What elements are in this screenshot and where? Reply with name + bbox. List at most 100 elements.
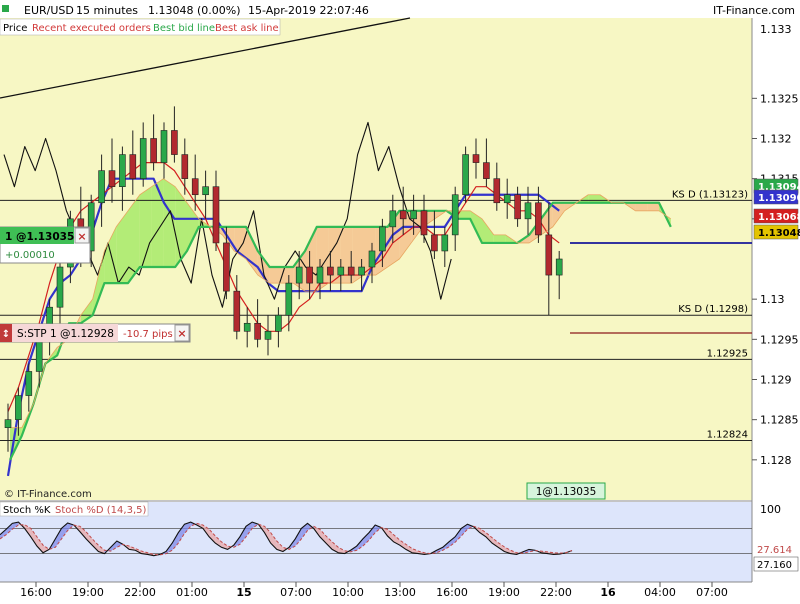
position-label[interactable]: 1 @1.13035 (5, 231, 74, 243)
candle-body[interactable] (535, 202, 542, 236)
candle-body[interactable] (327, 266, 334, 276)
last-price-label: 1.13048 (0.00%) (148, 4, 241, 17)
candle-body[interactable] (399, 210, 407, 220)
y-tick-label: 1.13 (760, 293, 785, 306)
candle-body[interactable] (493, 178, 501, 204)
price-badge-label: 1.13090 (758, 193, 800, 204)
x-tick-label: 07:00 (280, 586, 312, 599)
candle-body[interactable] (555, 258, 563, 276)
candle-body[interactable] (420, 210, 428, 236)
candle-body[interactable] (35, 339, 43, 372)
y-tick-label: 1.129 (760, 374, 792, 387)
candle-body[interactable] (379, 226, 386, 252)
candle-body[interactable] (295, 266, 303, 284)
candle-body[interactable] (223, 242, 230, 292)
candle-body[interactable] (358, 266, 365, 276)
candle-body[interactable] (15, 395, 22, 420)
candle-body[interactable] (233, 290, 241, 332)
candle-body[interactable] (4, 419, 12, 428)
candle-body[interactable] (108, 170, 116, 187)
interval-label[interactable]: 15 minutes (76, 4, 138, 17)
legend-best-bid[interactable]: Best bid line (153, 23, 215, 34)
copyright-label: © IT-Finance.com (4, 489, 92, 500)
candle-body[interactable] (431, 234, 438, 252)
candle-body[interactable] (306, 266, 313, 284)
candle-body[interactable] (410, 210, 417, 220)
y-tick-label: 1.1325 (760, 92, 799, 105)
candle-body[interactable] (98, 170, 105, 204)
position-pnl: +0.00010 (5, 250, 55, 261)
candle-body[interactable] (483, 162, 490, 179)
x-icon[interactable]: × (77, 230, 86, 243)
candle-body[interactable] (316, 266, 324, 284)
candle-body[interactable] (202, 186, 209, 196)
candle-body[interactable] (150, 138, 157, 163)
x-tick-label: 04:00 (644, 586, 676, 599)
x-icon[interactable]: × (177, 327, 186, 340)
cloud-segment (647, 202, 659, 211)
x-tick-label: 16:00 (436, 586, 468, 599)
legend-recent-orders[interactable]: Recent executed orders (32, 23, 151, 34)
y-tick-label: 1.132 (760, 133, 792, 146)
candle-body[interactable] (368, 250, 376, 268)
stoch-d-label[interactable]: Stoch %D (14,3,5) (55, 505, 146, 516)
candle-body[interactable] (212, 186, 220, 244)
candle-body[interactable] (191, 178, 199, 196)
candle-body[interactable] (524, 202, 532, 220)
stoch-k-value: 27.160 (757, 560, 792, 571)
legend-price[interactable]: Price (3, 23, 27, 34)
symbol-label[interactable]: EUR/USD (24, 4, 74, 17)
candle-body[interactable] (545, 234, 553, 276)
y-tick-label: 1.128 (760, 454, 792, 467)
x-tick-label: 22:00 (124, 586, 156, 599)
candle-body[interactable] (160, 130, 168, 163)
candle-body[interactable] (285, 282, 293, 316)
candle-body[interactable] (25, 371, 33, 396)
candle-body[interactable] (347, 266, 355, 276)
x-tick-label: 22:00 (540, 586, 572, 599)
candle-body[interactable] (337, 266, 345, 276)
position-widget[interactable]: 1 @1.13035 × +0.00010 (0, 226, 91, 264)
cloud-segment (281, 267, 294, 284)
cloud-segment (588, 194, 600, 203)
candle-body[interactable] (181, 154, 189, 179)
stoch-d-value: 27.614 (757, 545, 792, 556)
y-tick-label: 1.1285 (760, 414, 799, 427)
x-tick-label: 13:00 (384, 586, 416, 599)
candle-body[interactable] (139, 138, 147, 179)
candle-body[interactable] (129, 154, 137, 179)
candle-body[interactable] (503, 194, 511, 204)
x-tick-label: 19:00 (72, 586, 104, 599)
candle-body[interactable] (119, 154, 126, 188)
candle-body[interactable] (56, 266, 64, 308)
stoch-k-label[interactable]: Stoch %K (3, 505, 51, 516)
drag-arrows-icon[interactable]: ↕ (2, 329, 10, 340)
stop-order-label[interactable]: S:STP 1 @1.12928 (17, 328, 114, 340)
chart-svg: EUR/USD 15 minutes 1.13048 (0.00%) 15-Ap… (0, 0, 800, 600)
up-arrow-icon[interactable] (2, 5, 9, 12)
candle-body[interactable] (472, 154, 480, 163)
candle-body[interactable] (462, 154, 469, 196)
candle-body[interactable] (451, 194, 459, 236)
stop-order-widget[interactable]: ↕ S:STP 1 @1.12928 -10.7 pips × (0, 323, 191, 343)
candle-body[interactable] (171, 130, 178, 155)
price-badge-label: 1.13068 (758, 212, 800, 223)
cloud-segment (269, 267, 282, 284)
candle-body[interactable] (441, 234, 449, 252)
candle-body[interactable] (514, 194, 521, 220)
x-tick-label: 01:00 (176, 586, 208, 599)
candle-body[interactable] (254, 322, 261, 340)
reference-line-label: 1.12824 (707, 430, 748, 441)
stop-order-pips: -10.7 pips (123, 329, 173, 340)
stoch-top-label: 100 (760, 503, 781, 516)
reference-line-label: KS D (1.13123) (672, 189, 748, 200)
price-badges-layer: 1.130941.130901.130681.13048 (753, 178, 800, 240)
candle-body[interactable] (264, 330, 272, 340)
legend-best-ask[interactable]: Best ask line (215, 23, 279, 34)
cloud-segment (635, 202, 648, 211)
candle-body[interactable] (275, 314, 282, 332)
candle-body[interactable] (389, 210, 397, 228)
candle-body[interactable] (243, 322, 251, 332)
y-tick-label: 1.133 (760, 23, 792, 36)
x-tick-label: 10:00 (332, 586, 364, 599)
